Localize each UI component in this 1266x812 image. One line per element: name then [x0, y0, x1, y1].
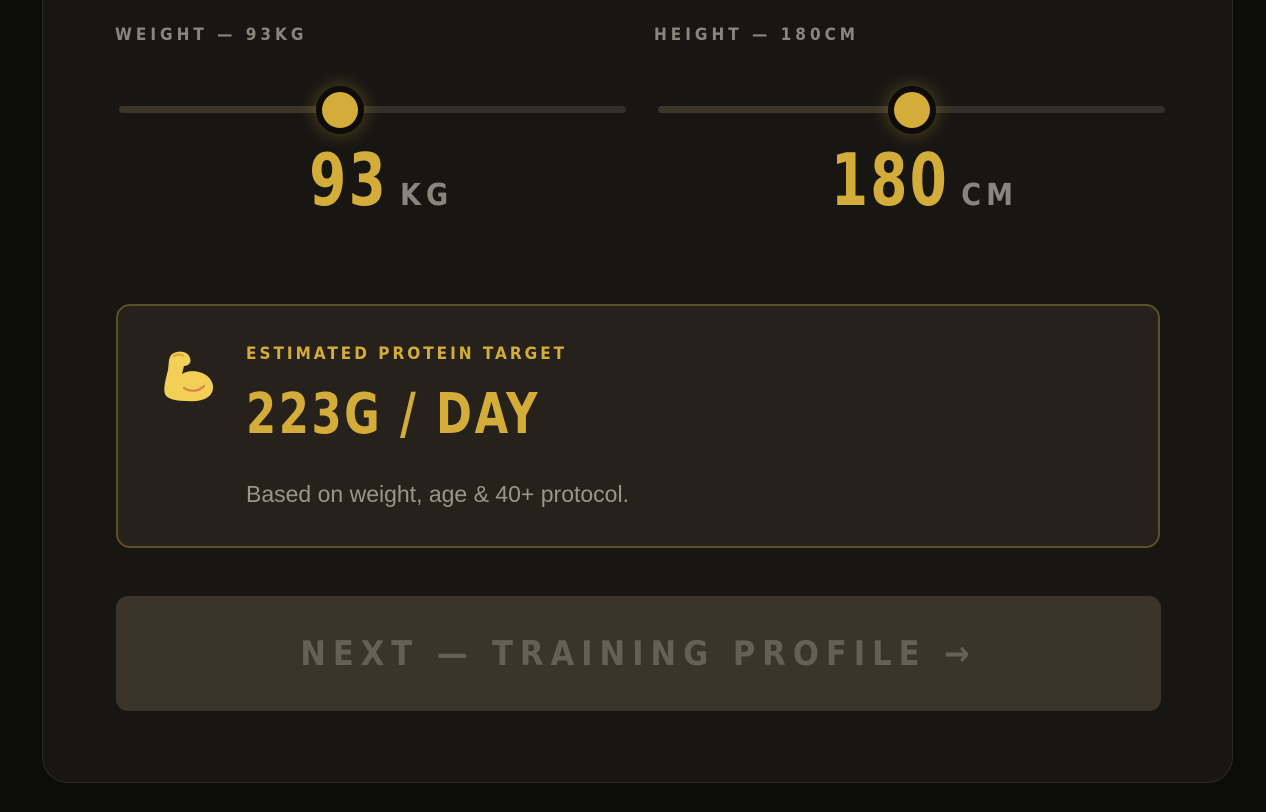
weight-slider-fill: [119, 106, 341, 113]
height-slider-fill: [658, 106, 912, 113]
protein-target-label: ESTIMATED PROTEIN TARGET: [246, 344, 568, 364]
weight-slider-track[interactable]: [119, 106, 626, 113]
height-readout: 180 CM: [658, 138, 1165, 222]
protein-target-value: 223G / DAY: [246, 382, 541, 447]
weight-value: 93: [309, 138, 389, 222]
next-training-profile-button[interactable]: NEXT — TRAINING PROFILE →: [116, 596, 1161, 711]
height-slider-thumb[interactable]: [887, 86, 936, 134]
weight-slider-thumb[interactable]: [316, 86, 365, 134]
protein-target-panel: ESTIMATED PROTEIN TARGET 223G / DAY Base…: [116, 304, 1160, 548]
protein-target-note: Based on weight, age & 40+ protocol.: [246, 481, 629, 507]
height-unit: CM: [961, 178, 1018, 213]
flexed-biceps-icon: [164, 351, 214, 402]
weight-readout: 93 KG: [119, 138, 626, 222]
height-value: 180: [831, 138, 950, 222]
weight-slider-label: WEIGHT — 93KG: [115, 25, 308, 45]
weight-unit: KG: [400, 178, 454, 213]
height-slider-label: HEIGHT — 180CM: [654, 25, 860, 45]
